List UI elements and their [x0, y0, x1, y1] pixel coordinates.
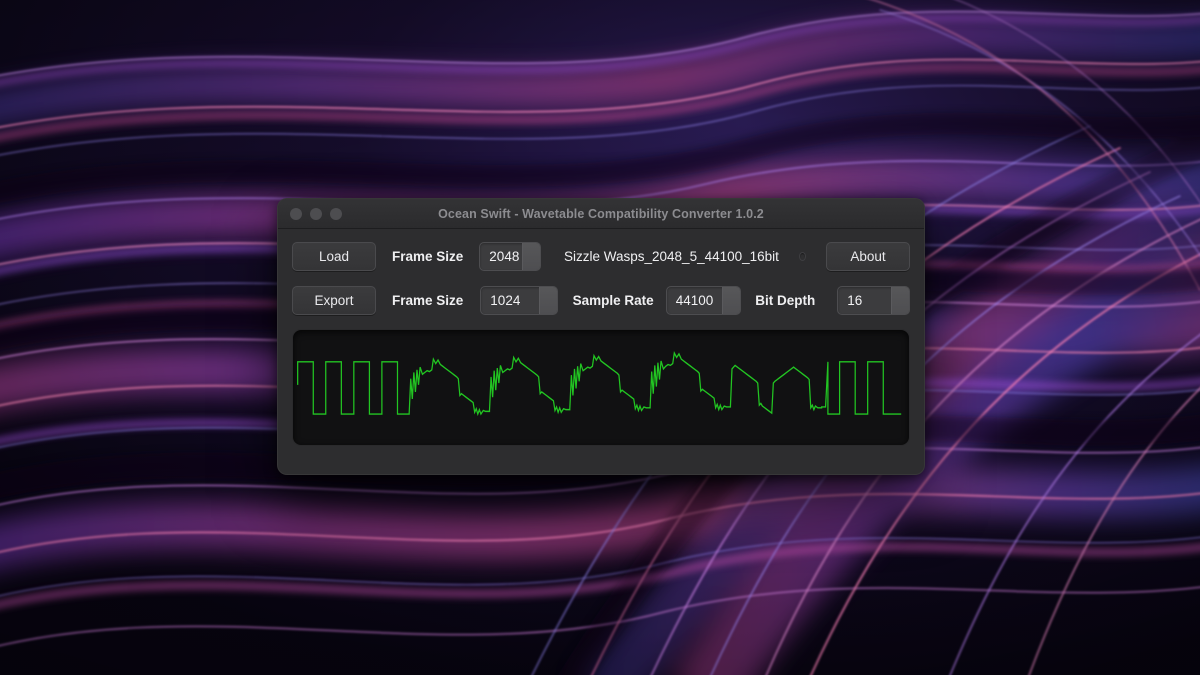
- load-button[interactable]: Load: [292, 241, 376, 271]
- sample-rate-value: 44100: [675, 292, 714, 308]
- bit-depth-value: 16: [847, 292, 863, 308]
- load-frame-size-field[interactable]: 2048: [479, 241, 541, 271]
- waveform-path: [297, 350, 902, 417]
- load-frame-size-stepper[interactable]: [522, 242, 540, 270]
- close-button-icon[interactable]: [290, 208, 302, 220]
- load-frame-size-value: 2048: [489, 248, 520, 264]
- status-led-indicator: [798, 251, 806, 261]
- bit-depth-stepper[interactable]: [891, 286, 909, 314]
- about-button[interactable]: About: [826, 241, 910, 271]
- export-frame-size-field[interactable]: 1024: [480, 285, 558, 315]
- export-frame-size-label: Frame Size: [392, 292, 464, 308]
- load-row: Load Frame Size 2048 Sizzle Wasps_2048_5…: [292, 241, 910, 271]
- window-titlebar[interactable]: Ocean Swift - Wavetable Compatibility Co…: [278, 199, 924, 229]
- zoom-button-icon[interactable]: [330, 208, 342, 220]
- export-row: Export Frame Size 1024 Sample Rate 44100…: [292, 285, 910, 315]
- export-frame-size-value: 1024: [490, 292, 521, 308]
- waveform-display[interactable]: [292, 329, 910, 446]
- sample-rate-field[interactable]: 44100: [665, 285, 742, 315]
- loaded-filename: Sizzle Wasps_2048_5_44100_16bit: [564, 248, 779, 264]
- waveform-svg: [297, 350, 902, 417]
- bit-depth-label: Bit Depth: [755, 292, 816, 308]
- traffic-light-group: [290, 199, 342, 229]
- window-title: Ocean Swift - Wavetable Compatibility Co…: [438, 206, 764, 221]
- bit-depth-field[interactable]: 16: [837, 285, 910, 315]
- sample-rate-label: Sample Rate: [572, 292, 654, 308]
- export-button[interactable]: Export: [292, 285, 376, 315]
- export-frame-size-stepper[interactable]: [538, 286, 557, 314]
- minimize-button-icon[interactable]: [310, 208, 322, 220]
- load-frame-size-label: Frame Size: [392, 248, 464, 264]
- app-window: Ocean Swift - Wavetable Compatibility Co…: [277, 198, 925, 475]
- window-body: Load Frame Size 2048 Sizzle Wasps_2048_5…: [278, 229, 924, 460]
- sample-rate-stepper[interactable]: [722, 286, 741, 314]
